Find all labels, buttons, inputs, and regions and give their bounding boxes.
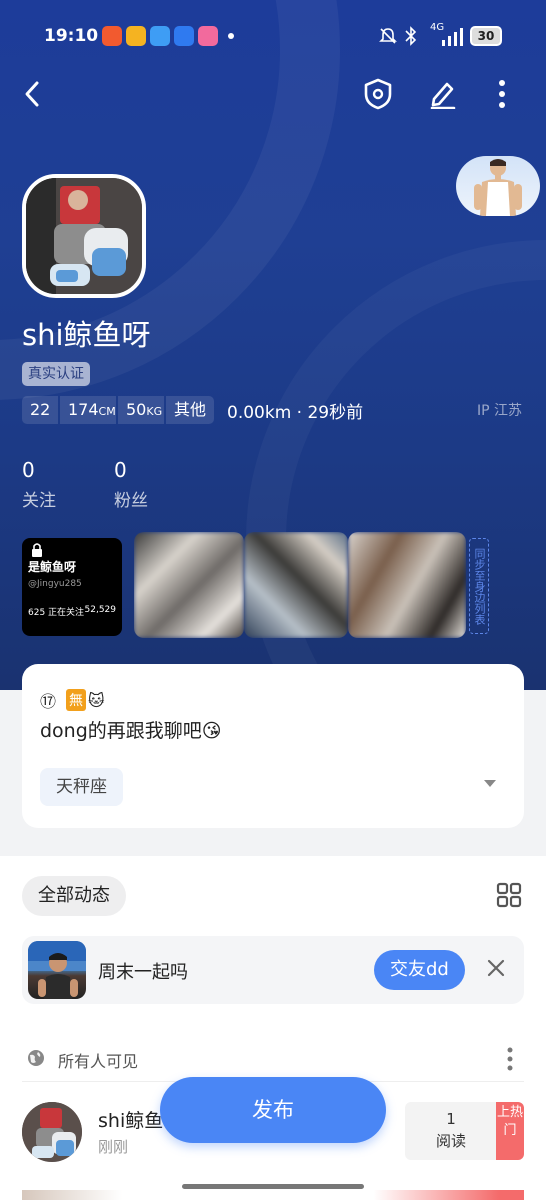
edit-profile-button[interactable] [424, 76, 460, 112]
browser-app-icon [150, 26, 170, 46]
profile-avatar[interactable] [22, 174, 146, 298]
avatar-photo [26, 178, 142, 294]
post-time: 刚刚 [98, 1138, 129, 1156]
cat-emoji: 🐱 [88, 690, 105, 710]
bio-tags: ⑰ 無 🐱 [40, 688, 105, 712]
role-value: 其他 [174, 400, 207, 419]
suggestion-avatar [28, 941, 86, 999]
lock-icon [32, 543, 42, 557]
thumb-card-following: 625 正在关注 [28, 608, 85, 618]
role-chip: 其他 [166, 396, 214, 424]
age-value: 22 [30, 400, 51, 419]
following-label[interactable]: 关注 [22, 486, 56, 511]
promote-hot-button[interactable]: 上热门 [496, 1102, 524, 1160]
photo-thumbnail[interactable] [348, 532, 466, 638]
filter-all-posts[interactable]: 全部动态 [22, 876, 126, 916]
edit-icon [430, 82, 456, 109]
suggestion-text: 周末一起吗 [98, 962, 188, 983]
visibility-label: 所有人可见 [58, 1052, 139, 1071]
publish-button[interactable]: 发布 [160, 1077, 386, 1143]
notes-app-icon [126, 26, 146, 46]
zodiac-tag: 天秤座 [40, 768, 123, 806]
feed-section: 全部动态 周末一起吗 交友dd 所有人可见 shi鲸鱼 刚刚 1 阅读 上热门 [0, 856, 546, 1200]
video-app-icon [102, 26, 122, 46]
globe-icon [28, 1050, 44, 1066]
cloud-app-icon [174, 26, 194, 46]
back-button[interactable] [14, 78, 50, 110]
blurred-photo [134, 532, 244, 638]
privacy-button[interactable] [360, 76, 396, 112]
blurred-photo [244, 532, 348, 638]
thumb-card-handle: @Jingyu285 [28, 579, 82, 589]
grid-view-icon[interactable] [496, 882, 522, 908]
figure-illustration [474, 159, 522, 216]
bio-card: ⑰ 無 🐱 dong的再跟我聊吧😘 天秤座 [22, 664, 524, 828]
height-unit: CM [98, 405, 116, 418]
status-time: 19:10 [44, 26, 99, 46]
followers-count[interactable]: 0 [114, 458, 127, 482]
photo-thumbnail[interactable] [244, 532, 348, 638]
visibility-row[interactable]: 所有人可见 [22, 1042, 524, 1082]
thumb-card-stats: 625 正在关注 52,529 [28, 605, 116, 618]
more-options-button[interactable] [490, 76, 514, 112]
photo-thumbnail[interactable] [134, 532, 244, 638]
post-avatar-photo [22, 1102, 82, 1162]
height-chip: 174CM [60, 396, 116, 424]
expand-caret-icon[interactable] [484, 780, 496, 787]
weight-unit: KG [146, 405, 163, 418]
weight-chip: 50KG [118, 396, 164, 424]
suggestion-avatar-illustration [28, 941, 86, 999]
height-value: 174 [68, 400, 99, 419]
post-avatar[interactable] [22, 1102, 82, 1162]
bio-text: dong的再跟我聊吧😘 [40, 720, 222, 742]
followers-label[interactable]: 粉丝 [114, 486, 148, 511]
bluetooth-icon [405, 26, 417, 46]
profile-username: shi鲸鱼呀 [22, 318, 151, 352]
verified-badge[interactable]: 真实认证 [22, 362, 90, 386]
blurred-photo [348, 532, 466, 638]
home-indicator[interactable] [182, 1184, 364, 1189]
bilibili-app-icon [198, 26, 218, 46]
photo-thumbnail-card[interactable]: 是鲸鱼呀 @Jingyu285 625 正在关注 52,529 [22, 538, 122, 636]
more-vertical-icon [499, 80, 505, 108]
signal-icon [442, 28, 463, 46]
mute-icon [379, 28, 397, 44]
thumb-card-name: 是鲸鱼呀 [28, 560, 77, 574]
age-chip: 22 [22, 396, 58, 424]
distance-and-time: 0.00km · 29秒前 [227, 403, 364, 423]
ip-location: IP 江苏 [476, 403, 522, 419]
thumb-card-followers: 52,529 [84, 605, 117, 615]
read-label: 阅读 [435, 1132, 466, 1150]
notification-dot [228, 33, 234, 39]
weight-value: 50 [126, 400, 147, 419]
more-vertical-icon[interactable] [506, 1046, 514, 1072]
shield-icon [364, 78, 392, 110]
next-post-peek [22, 1190, 524, 1200]
battery-indicator: 30 [470, 26, 502, 46]
read-count-box: 1 阅读 [405, 1102, 497, 1160]
chevron-left-icon [25, 81, 39, 107]
number-badge: ⑰ [40, 692, 57, 711]
read-count: 1 [446, 1110, 456, 1128]
post-author-name[interactable]: shi鲸鱼 [98, 1106, 163, 1133]
avatar-figure-thumbnail[interactable] [456, 156, 540, 216]
following-count[interactable]: 0 [22, 458, 35, 482]
wu-tag: 無 [66, 689, 87, 711]
sync-to-nearby-tag[interactable]: 同步至身边列表 [469, 538, 489, 634]
status-bar: 19:10 4G 30 [0, 0, 546, 72]
suggestion-card[interactable]: 周末一起吗 交友dd [22, 936, 524, 1004]
close-icon[interactable] [486, 958, 506, 978]
make-friends-button[interactable]: 交友dd [374, 950, 465, 990]
